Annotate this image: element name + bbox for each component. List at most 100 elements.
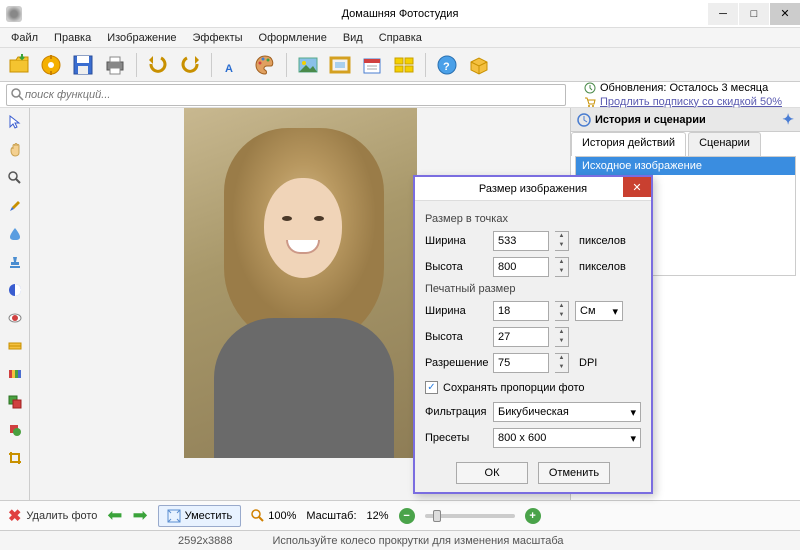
prev-arrow-icon[interactable]: ⬅ xyxy=(107,505,122,526)
dialog-close-button[interactable]: ✕ xyxy=(623,177,651,197)
print-width-input[interactable]: 18 xyxy=(493,301,549,321)
clone-tool-icon[interactable] xyxy=(5,392,25,412)
print-height-input[interactable]: 27 xyxy=(493,327,549,347)
zoom-slider[interactable] xyxy=(425,514,515,518)
box-icon[interactable] xyxy=(466,52,492,78)
update-remaining: Обновления: Осталось 3 месяца xyxy=(600,82,768,94)
redo-icon[interactable] xyxy=(177,52,203,78)
cart-icon xyxy=(584,96,596,108)
menu-image[interactable]: Изображение xyxy=(100,30,183,46)
bottom-bar: ✖Удалить фото ⬅ ➡ Уместить 100% Масштаб:… xyxy=(0,500,800,530)
panel-title: История и сценарии xyxy=(595,114,706,126)
redeye-tool-icon[interactable] xyxy=(5,308,25,328)
shape-tool-icon[interactable] xyxy=(5,420,25,440)
print-icon[interactable] xyxy=(102,52,128,78)
search-icon xyxy=(11,88,25,102)
preset-select[interactable]: 800 x 600▾ xyxy=(493,428,641,448)
zoom-100-button[interactable]: 100% xyxy=(251,509,296,523)
unit-select[interactable]: См▾ xyxy=(575,301,623,321)
next-arrow-icon[interactable]: ➡ xyxy=(133,505,148,526)
text-icon[interactable]: A xyxy=(220,52,246,78)
search-row: Обновления: Осталось 3 месяца Продлить п… xyxy=(0,82,800,108)
pixels-unit: пикселов xyxy=(579,235,626,247)
collage-icon[interactable] xyxy=(391,52,417,78)
print-width-spinner[interactable]: ▲▼ xyxy=(555,301,569,321)
update-info: Обновления: Осталось 3 месяца Продлить п… xyxy=(584,82,782,108)
resolution-input[interactable]: 75 xyxy=(493,353,549,373)
menu-view[interactable]: Вид xyxy=(336,30,370,46)
open-icon[interactable] xyxy=(6,52,32,78)
toolbar: A ? xyxy=(0,48,800,82)
picture-icon[interactable] xyxy=(295,52,321,78)
resolution-label: Разрешение xyxy=(425,357,487,369)
stamp-tool-icon[interactable] xyxy=(5,252,25,272)
menu-file[interactable]: Файл xyxy=(4,30,45,46)
maximize-button[interactable]: □ xyxy=(739,3,769,25)
minimize-button[interactable]: ─ xyxy=(708,3,738,25)
height-label: Высота xyxy=(425,261,487,273)
pointer-tool-icon[interactable] xyxy=(5,112,25,132)
menu-design[interactable]: Оформление xyxy=(252,30,334,46)
calendar-icon[interactable] xyxy=(359,52,385,78)
blur-tool-icon[interactable] xyxy=(5,224,25,244)
menu-help[interactable]: Справка xyxy=(372,30,429,46)
menu-effects[interactable]: Эффекты xyxy=(186,30,250,46)
preset-label: Пресеты xyxy=(425,432,487,444)
height-input[interactable]: 800 xyxy=(493,257,549,277)
ok-button[interactable]: ОК xyxy=(456,462,528,484)
svg-text:A: A xyxy=(225,63,233,75)
tab-scripts[interactable]: Сценарии xyxy=(688,132,761,156)
keep-ratio-checkbox[interactable]: ✓ xyxy=(425,381,438,394)
gradient-tool-icon[interactable] xyxy=(5,364,25,384)
hand-tool-icon[interactable] xyxy=(5,140,25,160)
status-bar: 2592x3888 Используйте колесо прокрутки д… xyxy=(0,530,800,550)
crop-tool-icon[interactable] xyxy=(5,448,25,468)
fit-icon xyxy=(167,509,181,523)
width-label: Ширина xyxy=(425,235,487,247)
image-dimensions: 2592x3888 xyxy=(178,535,232,547)
scale-value: 12% xyxy=(367,510,389,522)
pixel-group-label: Размер в точках xyxy=(425,213,641,225)
history-item[interactable]: Исходное изображение xyxy=(576,157,795,175)
resolution-spinner[interactable]: ▲▼ xyxy=(555,353,569,373)
print-group-label: Печатный размер xyxy=(425,283,641,295)
status-hint: Используйте колесо прокрутки для изменен… xyxy=(272,535,563,547)
search-input[interactable] xyxy=(25,89,561,101)
zoom-icon xyxy=(251,509,265,523)
zoom-out-button[interactable]: − xyxy=(399,508,415,524)
history-icon xyxy=(577,113,591,127)
frame-icon[interactable] xyxy=(327,52,353,78)
undo-icon[interactable] xyxy=(145,52,171,78)
close-button[interactable]: ✕ xyxy=(770,3,800,25)
dpi-unit: DPI xyxy=(579,357,597,369)
save-icon[interactable] xyxy=(70,52,96,78)
delete-photo-button[interactable]: ✖Удалить фото xyxy=(8,506,97,526)
catalog-icon[interactable] xyxy=(38,52,64,78)
app-icon xyxy=(6,6,22,22)
menu-edit[interactable]: Правка xyxy=(47,30,98,46)
tool-tray xyxy=(0,108,30,500)
print-height-spinner[interactable]: ▲▼ xyxy=(555,327,569,347)
svg-text:?: ? xyxy=(443,61,450,73)
adjust-tool-icon[interactable] xyxy=(5,336,25,356)
cancel-button[interactable]: Отменить xyxy=(538,462,610,484)
menu-bar: Файл Правка Изображение Эффекты Оформлен… xyxy=(0,28,800,48)
zoom-in-button[interactable]: + xyxy=(525,508,541,524)
filter-label: Фильтрация xyxy=(425,406,487,418)
help-icon[interactable]: ? xyxy=(434,52,460,78)
scale-label: Масштаб: xyxy=(306,510,356,522)
height-spinner[interactable]: ▲▼ xyxy=(555,257,569,277)
width-spinner[interactable]: ▲▼ xyxy=(555,231,569,251)
brush-tool-icon[interactable] xyxy=(5,196,25,216)
zoom-tool-icon[interactable] xyxy=(5,168,25,188)
fit-button[interactable]: Уместить xyxy=(158,505,242,527)
filter-select[interactable]: Бикубическая▾ xyxy=(493,402,641,422)
lighten-tool-icon[interactable] xyxy=(5,280,25,300)
tab-history[interactable]: История действий xyxy=(571,132,686,156)
palette-icon[interactable] xyxy=(252,52,278,78)
width-input[interactable]: 533 xyxy=(493,231,549,251)
dialog-title: Размер изображения xyxy=(479,183,587,195)
clock-icon xyxy=(584,82,596,94)
collapse-icon[interactable]: ✦ xyxy=(782,111,794,128)
extend-subscription-link[interactable]: Продлить подписку со скидкой 50% xyxy=(600,96,782,108)
